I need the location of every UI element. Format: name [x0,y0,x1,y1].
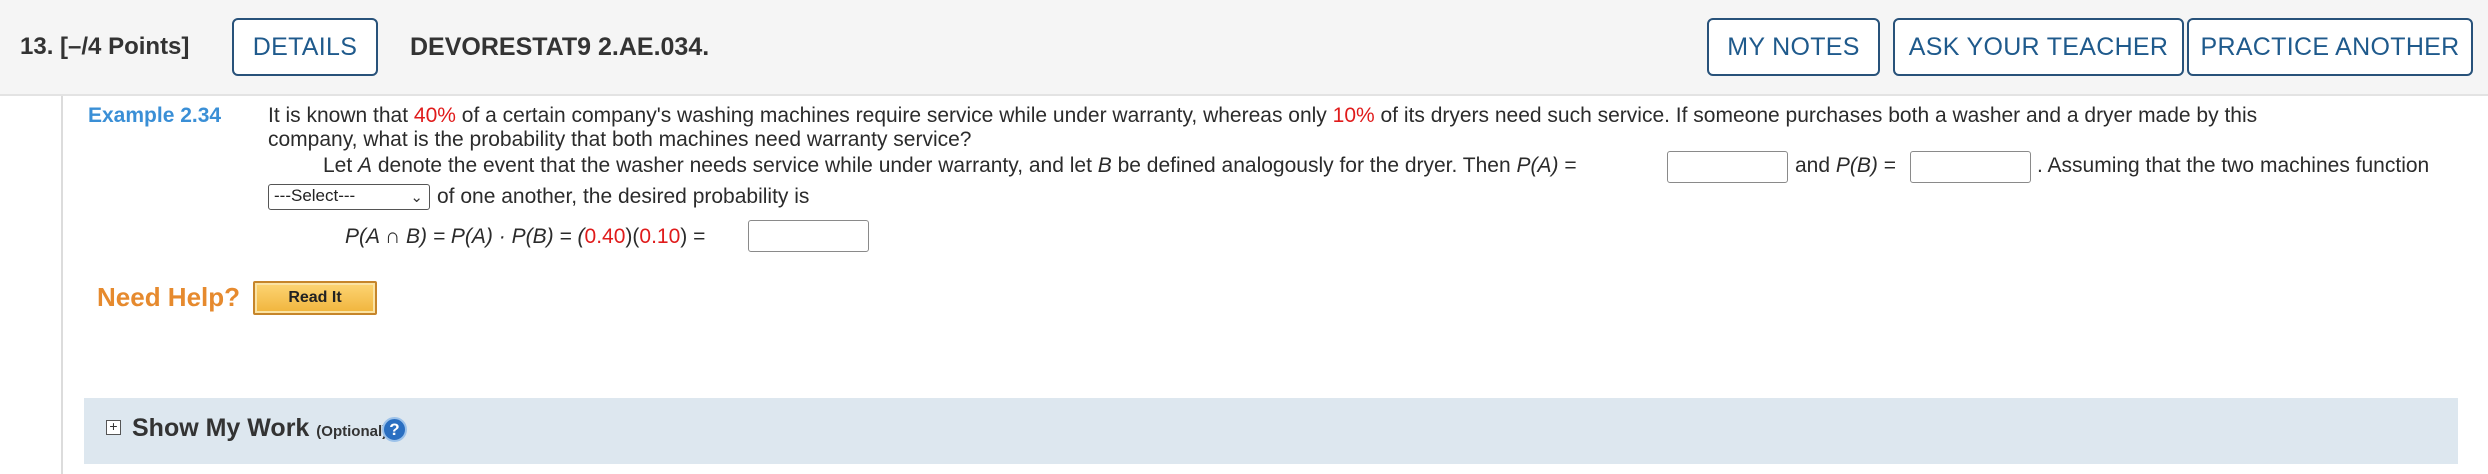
question-header: 13. [–/4 Points] DETAILS DEVORESTAT9 2.A… [0,0,2488,96]
independence-select[interactable]: ---Select--- ⌄ [268,184,430,210]
text: It is known that [268,104,414,127]
pb-label: P(B) [1835,154,1878,177]
show-my-work-panel[interactable]: + Show My Work (Optional) ? [84,398,2458,464]
percent-dryer: 10% [1332,104,1375,127]
text: of a certain company's washing machines … [455,104,1333,127]
problem-line-4: of one another, the desired probability … [437,185,810,208]
text: = [1558,154,1577,177]
details-button[interactable]: DETAILS [232,18,378,76]
percent-washer: 40% [413,104,456,127]
show-my-work-title[interactable]: Show My Work (Optional) [132,414,387,443]
problem-line-1: It is known that 40% of a certain compan… [268,104,2257,128]
probability-formula: P(A ∩ B) = P(A) · P(B) = (0.40)(0.10) = [345,225,705,249]
joint-probability-input[interactable] [748,220,869,252]
pb-answer-input[interactable] [1910,151,2031,183]
pa-label: P(A) [1516,154,1559,177]
example-label: Example 2.34 [88,104,222,127]
optional-label: (Optional) [316,423,388,440]
question-id: DEVORESTAT9 2.AE.034. [410,33,710,61]
problem-line-3-end: . Assuming that the two machines functio… [2037,154,2430,177]
points-label: [–/4 Points] [60,33,190,60]
formula-text: P(A ∩ B) = P(A) · P(B) = ( [345,225,585,248]
pa-answer-input[interactable] [1667,151,1788,183]
problem-line-2: company, what is the probability that bo… [268,128,972,151]
read-it-button[interactable]: Read It [253,281,377,315]
problem-line-3: Let A denote the event that the washer n… [323,154,1577,178]
text: be defined analogously for the dryer. Th… [1111,154,1517,177]
and-pb-label: and P(B) = [1795,154,1896,178]
question-number: 13. [20,33,54,60]
text: = [1877,154,1896,177]
my-notes-button[interactable]: MY NOTES [1707,18,1880,76]
text: Show My Work [132,414,310,442]
text: Let [323,154,359,177]
question-number-points: 13. [–/4 Points] [20,33,189,61]
text: )( [625,225,640,248]
practice-another-button[interactable]: PRACTICE ANOTHER [2187,18,2473,76]
question-left-border [61,96,63,474]
need-help-label: Need Help? [97,282,241,312]
text: denote the event that the washer needs s… [372,154,1098,177]
help-question-icon[interactable]: ? [382,417,407,442]
var-a: A [358,154,373,177]
formula-value-2: 0.10 [639,225,681,248]
select-value: ---Select--- [274,186,356,205]
text: and [1795,154,1836,177]
chevron-down-icon: ⌄ [410,189,423,206]
ask-your-teacher-button[interactable]: ASK YOUR TEACHER [1893,18,2184,76]
text: of its dryers need such service. If some… [1374,104,2258,127]
text: ) = [680,225,706,248]
formula-value-1: 0.40 [584,225,626,248]
expand-plus-icon[interactable]: + [106,419,121,435]
var-b: B [1097,154,1112,177]
